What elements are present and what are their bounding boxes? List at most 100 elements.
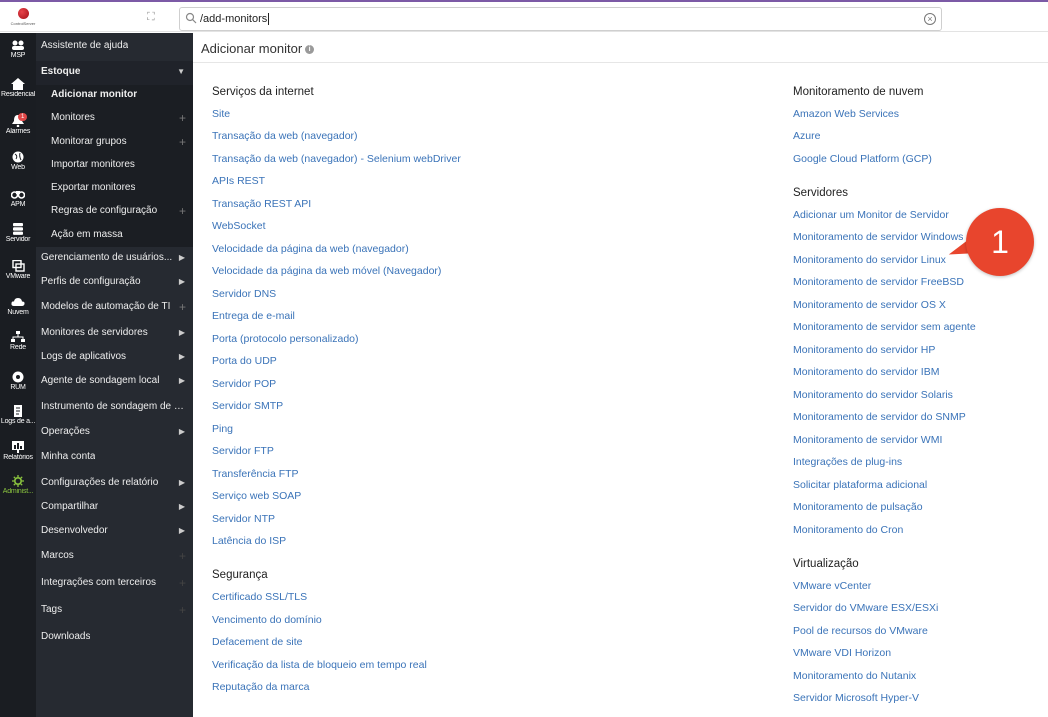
link-cron-monitoring[interactable]: Monitoramento do Cron [793,524,903,536]
menu-item-milestones[interactable]: Marcos + [36,545,193,567]
menu-item-export-monitors[interactable]: Exportar monitores [36,177,193,199]
link-heartbeat-monitoring[interactable]: Monitoramento de pulsação [793,501,923,513]
link-web-transaction-selenium[interactable]: Transação da web (navegador) - Selenium … [212,153,461,165]
plus-icon[interactable]: + [179,131,186,153]
link-dns-server[interactable]: Servidor DNS [212,288,276,300]
menu-item-import-monitors[interactable]: Importar monitores [36,154,193,176]
link-aws[interactable]: Amazon Web Services [793,108,899,120]
plus-icon[interactable]: + [179,296,186,318]
link-brand-reputation[interactable]: Reputação da marca [212,681,309,693]
plus-icon[interactable]: + [179,572,186,594]
menu-item-config-profiles[interactable]: Perfis de configuração ▶ [36,271,193,293]
search-input[interactable]: /add-monitors [200,13,270,26]
menu-item-user-management[interactable]: Gerenciamento de usuários... ▶ [36,247,193,269]
rail-item-residencial[interactable]: Residencial [0,78,36,98]
menu-item-downloads[interactable]: Downloads [36,626,193,648]
plus-icon[interactable]: + [179,599,186,621]
link-udp-port[interactable]: Porta do UDP [212,355,277,367]
link-ftp-server[interactable]: Servidor FTP [212,445,274,457]
link-solaris-server[interactable]: Monitoramento do servidor Solaris [793,389,953,401]
rail-item-rum[interactable]: RUM [0,371,36,391]
menu-item-developer[interactable]: Desenvolvedor ▶ [36,520,193,542]
menu-item-monitor-groups[interactable]: Monitorar grupos + [36,131,193,153]
link-vmware-vcenter[interactable]: VMware vCenter [793,580,871,592]
clear-search-icon[interactable]: × [924,13,936,25]
link-azure[interactable]: Azure [793,130,820,142]
link-linux-server[interactable]: Monitoramento do servidor Linux [793,254,946,266]
rail-item-vmware[interactable]: VMware [0,260,36,280]
link-site[interactable]: Site [212,108,230,120]
link-vmware-resource-pool[interactable]: Pool de recursos do VMware [793,625,928,637]
menu-item-config-rules[interactable]: Regras de configuração + [36,200,193,222]
menu-item-estoque[interactable]: Estoque ▼ [36,61,193,83]
link-hyper-v[interactable]: Servidor Microsoft Hyper-V [793,692,919,704]
link-page-speed[interactable]: Velocidade da página da web (navegador) [212,243,409,255]
rail-item-alarmes[interactable]: 1 Alarmes [0,113,36,135]
link-freebsd-server[interactable]: Monitoramento de servidor FreeBSD [793,276,964,288]
link-vmware-vdi-horizon[interactable]: VMware VDI Horizon [793,647,891,659]
link-add-server-monitor[interactable]: Adicionar um Monitor de Servidor [793,209,949,221]
menu-item-app-logs[interactable]: Logs de aplicativos ▶ [36,346,193,368]
link-web-transaction[interactable]: Transação da web (navegador) [212,130,358,142]
link-pop-server[interactable]: Servidor POP [212,378,276,390]
link-vmware-esx[interactable]: Servidor do VMware ESX/ESXi [793,602,938,614]
rail-item-logs[interactable]: Logs de a... [0,405,36,425]
menu-item-tags[interactable]: Tags + [36,599,193,621]
link-agentless-server[interactable]: Monitoramento de servidor sem agente [793,321,976,333]
link-rest-api-transaction[interactable]: Transação REST API [212,198,311,210]
link-windows-server[interactable]: Monitoramento de servidor Windows [793,231,963,243]
plus-icon[interactable]: + [179,545,186,567]
link-snmp-server[interactable]: Monitoramento de servidor do SNMP [793,411,966,423]
link-email-delivery[interactable]: Entrega de e-mail [212,310,295,322]
link-domain-expiry[interactable]: Vencimento do domínio [212,614,322,626]
link-rest-apis[interactable]: APIs REST [212,175,265,187]
app-logo[interactable]: ControlServer [6,8,40,30]
rail-item-relatorios[interactable]: Relatórios [0,441,36,461]
link-isp-latency[interactable]: Latência do ISP [212,535,286,547]
link-hp-server[interactable]: Monitoramento do servidor HP [793,344,935,356]
link-defacement[interactable]: Defacement de site [212,636,302,648]
link-smtp-server[interactable]: Servidor SMTP [212,400,283,412]
link-port[interactable]: Porta (protocolo personalizado) [212,333,359,345]
menu-item-add-monitor[interactable]: Adicionar monitor [36,84,193,106]
menu-item-monitors[interactable]: Monitores + [36,107,193,129]
plus-icon[interactable]: + [179,200,186,222]
link-wmi-server[interactable]: Monitoramento de servidor WMI [793,434,942,446]
link-ibm-server[interactable]: Monitoramento do servidor IBM [793,366,939,378]
menu-item-operations[interactable]: Operações ▶ [36,421,193,443]
menu-item-local-agent[interactable]: Agente de sondagem local ▶ [36,370,193,392]
link-websocket[interactable]: WebSocket [212,220,266,232]
menu-item-my-account[interactable]: Minha conta [36,446,193,468]
link-soap-web-service[interactable]: Serviço web SOAP [212,490,301,502]
menu-item-share[interactable]: Compartilhar ▶ [36,496,193,518]
info-icon[interactable]: i [305,45,315,55]
menu-item-integrations[interactable]: Integrações com terceiros + [36,572,193,594]
plus-icon[interactable]: + [179,107,186,129]
link-request-platform[interactable]: Solicitar plataforma adicional [793,479,927,491]
menu-item-server-monitors[interactable]: Monitores de servidores ▶ [36,322,193,344]
menu-item-it-automation[interactable]: Modelos de automação de TI + [36,296,193,318]
search-bar[interactable]: /add-monitors × [179,7,942,31]
link-osx-server[interactable]: Monitoramento de servidor OS X [793,299,946,311]
link-plugin-integrations[interactable]: Integrações de plug-ins [793,456,902,468]
link-ssl-certificate[interactable]: Certificado SSL/TLS [212,591,307,603]
menu-item-bulk-action[interactable]: Ação em massa [36,224,193,246]
rail-item-nuvem[interactable]: Nuvem [0,296,36,316]
link-ping[interactable]: Ping [212,423,233,435]
link-nutanix[interactable]: Monitoramento do Nutanix [793,670,916,682]
link-ftp-transfer[interactable]: Transferência FTP [212,468,299,480]
menu-item-report-settings[interactable]: Configurações de relatório ▶ [36,472,193,494]
rail-item-servidor[interactable]: Servidor [0,223,36,243]
rail-item-web[interactable]: Web [0,151,36,171]
link-gcp[interactable]: Google Cloud Platform (GCP) [793,153,932,165]
link-ntp-server[interactable]: Servidor NTP [212,513,275,525]
link-mobile-page-speed[interactable]: Velocidade da página da web móvel (Naveg… [212,265,441,277]
link-blocklist-check[interactable]: Verificação da lista de bloqueio em temp… [212,659,427,671]
rail-item-apm[interactable]: APM [0,188,36,208]
rail-item-rede[interactable]: Rede [0,331,36,351]
expand-icon[interactable]: ⛶ [147,11,159,23]
menu-item-probe-instrument[interactable]: Instrumento de sondagem de re... [36,396,193,418]
menu-item-help[interactable]: Assistente de ajuda [36,35,193,57]
rail-item-admin[interactable]: Administ... [0,475,36,495]
rail-item-msp[interactable]: MSP [0,39,36,59]
